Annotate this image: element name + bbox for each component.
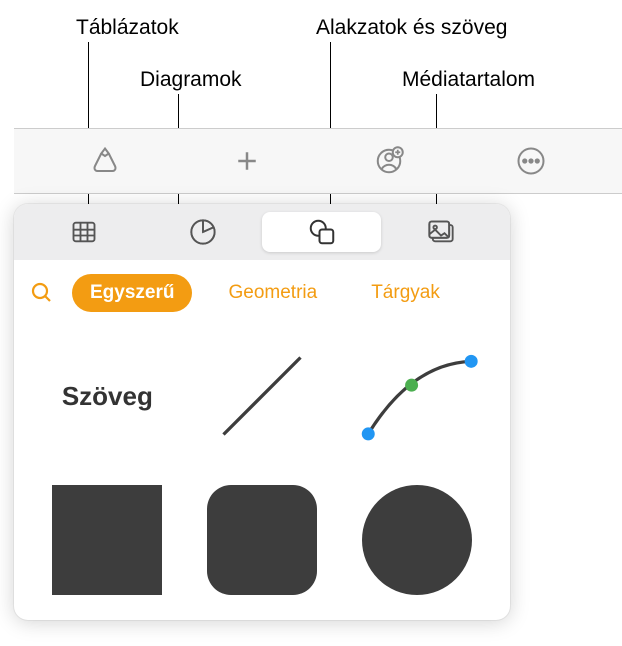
text-shape-label: Szöveg	[62, 381, 153, 412]
shapes-grid: Szöveg	[14, 326, 510, 620]
shapes-tab[interactable]	[262, 212, 381, 252]
format-button[interactable]	[80, 136, 130, 186]
media-tab[interactable]	[381, 212, 500, 252]
curve-icon	[352, 341, 482, 451]
shape-curve[interactable]	[351, 336, 482, 456]
charts-tab[interactable]	[143, 212, 262, 252]
search-button[interactable]	[30, 281, 54, 305]
square-icon	[52, 485, 162, 595]
shape-category-row: Egyszerű Geometria Tárgyak	[14, 260, 510, 326]
media-icon	[426, 218, 456, 246]
shape-line[interactable]	[197, 336, 328, 456]
tables-tab[interactable]	[24, 212, 143, 252]
insert-type-segments	[14, 204, 510, 260]
collaborate-button[interactable]	[364, 136, 414, 186]
more-button[interactable]	[506, 136, 556, 186]
chart-icon	[189, 218, 217, 246]
category-simple[interactable]: Egyszerű	[72, 274, 192, 312]
callout-tables: Táblázatok	[76, 16, 179, 40]
app-toolbar	[14, 128, 622, 194]
rounded-square-icon	[207, 485, 317, 595]
circle-icon	[362, 485, 472, 595]
line-icon	[207, 341, 317, 451]
shape-circle[interactable]	[351, 480, 482, 600]
insert-button[interactable]	[222, 136, 272, 186]
insert-popover: Egyszerű Geometria Tárgyak Szöveg	[14, 204, 510, 620]
category-objects[interactable]: Tárgyak	[353, 274, 458, 312]
callout-charts: Diagramok	[140, 68, 242, 92]
shape-rounded-square[interactable]	[197, 480, 328, 600]
shape-square[interactable]	[42, 480, 173, 600]
callout-media: Médiatartalom	[402, 68, 535, 92]
search-icon	[30, 281, 54, 305]
callout-shapes-text: Alakzatok és szöveg	[316, 16, 507, 40]
shape-text[interactable]: Szöveg	[42, 336, 173, 456]
shapes-icon	[307, 217, 337, 247]
category-geometry[interactable]: Geometria	[210, 274, 335, 312]
table-icon	[70, 218, 98, 246]
